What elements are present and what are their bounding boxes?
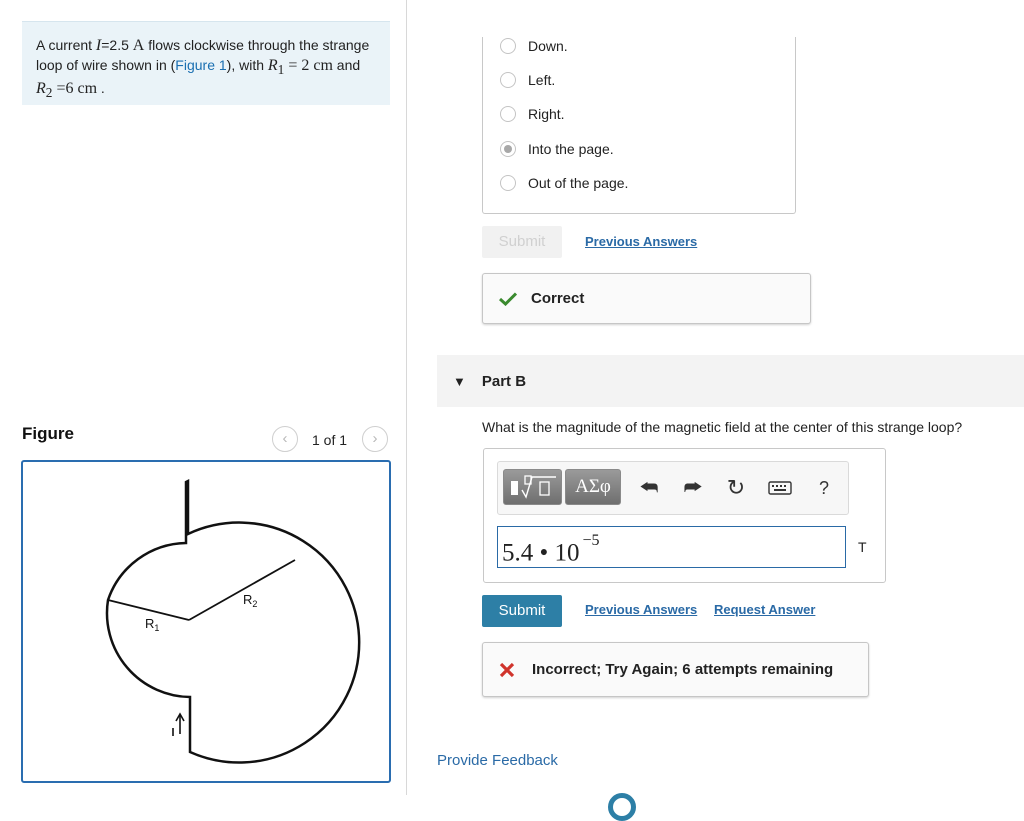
- option-label: Right.: [528, 106, 565, 122]
- option-left[interactable]: Left.: [500, 70, 555, 90]
- part-b-feedback: Incorrect; Try Again; 6 attempts remaini…: [482, 642, 869, 697]
- r1-label: R1: [145, 616, 159, 633]
- x-icon: [499, 662, 515, 677]
- part-b-question: What is the magnitude of the magnetic fi…: [482, 419, 963, 435]
- problem-text-start: A current: [36, 37, 96, 53]
- reset-icon[interactable]: ↻: [725, 476, 747, 500]
- check-icon: [499, 291, 517, 306]
- loop-diagram: R1 R2: [105, 478, 361, 764]
- math-templates-icon[interactable]: [503, 469, 562, 505]
- r1-symbol: R1: [267, 56, 285, 77]
- keyboard-icon[interactable]: [767, 476, 793, 502]
- radio-button-selected[interactable]: [500, 141, 516, 157]
- answer-input[interactable]: 5.4 • 10 −5: [497, 526, 846, 568]
- help-widget-icon[interactable]: [608, 793, 636, 821]
- option-label: Out of the page.: [528, 175, 629, 191]
- part-b-submit-button[interactable]: Submit: [482, 595, 562, 627]
- part-a-previous-answers-link[interactable]: Previous Answers: [585, 234, 697, 249]
- part-b-header[interactable]: ▼ Part B: [437, 355, 1024, 407]
- part-b-previous-answers-link[interactable]: Previous Answers: [585, 602, 697, 617]
- r2-line: [188, 559, 296, 621]
- radio-button[interactable]: [500, 106, 516, 122]
- r2-label: R2: [243, 592, 257, 609]
- radio-button[interactable]: [500, 72, 516, 88]
- option-label: Down.: [528, 38, 568, 54]
- r2-symbol: R2: [36, 80, 53, 101]
- option-label: Left.: [528, 72, 556, 88]
- figure-heading: Figure: [22, 424, 74, 443]
- request-answer-link[interactable]: Request Answer: [714, 602, 815, 617]
- current-value: =2.5: [101, 37, 129, 53]
- radio-button[interactable]: [500, 38, 516, 54]
- chevron-right-icon[interactable]: ›: [362, 426, 388, 452]
- option-label: Into the page.: [528, 141, 614, 157]
- provide-feedback-link[interactable]: Provide Feedback: [437, 752, 558, 769]
- figure-page-indicator: 1 of 1: [312, 432, 348, 448]
- chevron-left-icon[interactable]: ‹: [272, 426, 298, 452]
- problem-statement: A current I=2.5 A flows clockwise throug…: [22, 21, 390, 105]
- figure-link[interactable]: Figure 1: [175, 57, 226, 73]
- answer-exponent: −5: [582, 532, 600, 549]
- r2-value: =6 cm: [52, 80, 98, 98]
- column-divider: [406, 0, 407, 795]
- undo-icon[interactable]: ⮪: [638, 476, 660, 500]
- problem-text-after: ), with: [226, 56, 268, 73]
- redo-icon[interactable]: ⮫: [682, 476, 704, 500]
- and-text: and: [332, 56, 361, 73]
- problem-text-end: .: [97, 80, 105, 97]
- symbols-button[interactable]: ΑΣφ: [565, 469, 621, 505]
- part-b-feedback-text: Incorrect; Try Again; 6 attempts remaini…: [532, 661, 834, 678]
- unit-label: T: [858, 539, 867, 555]
- current-unit: A: [132, 37, 145, 54]
- part-a-feedback: Correct: [482, 273, 811, 324]
- option-down[interactable]: Down.: [500, 36, 568, 56]
- answer-mantissa: 5.4 • 10: [502, 539, 580, 567]
- r1-value: = 2 cm: [284, 56, 333, 74]
- part-a-feedback-text: Correct: [531, 290, 585, 307]
- option-out-of-page[interactable]: Out of the page.: [500, 173, 628, 193]
- radio-button[interactable]: [500, 175, 516, 191]
- help-button[interactable]: ?: [814, 476, 834, 500]
- option-right[interactable]: Right.: [500, 104, 565, 124]
- option-into-page[interactable]: Into the page.: [500, 139, 614, 159]
- figure-frame: R1 R2: [21, 460, 391, 783]
- part-a-submit-button[interactable]: Submit: [482, 226, 562, 258]
- part-b-title: Part B: [481, 372, 527, 390]
- caret-down-icon: ▼: [453, 373, 466, 389]
